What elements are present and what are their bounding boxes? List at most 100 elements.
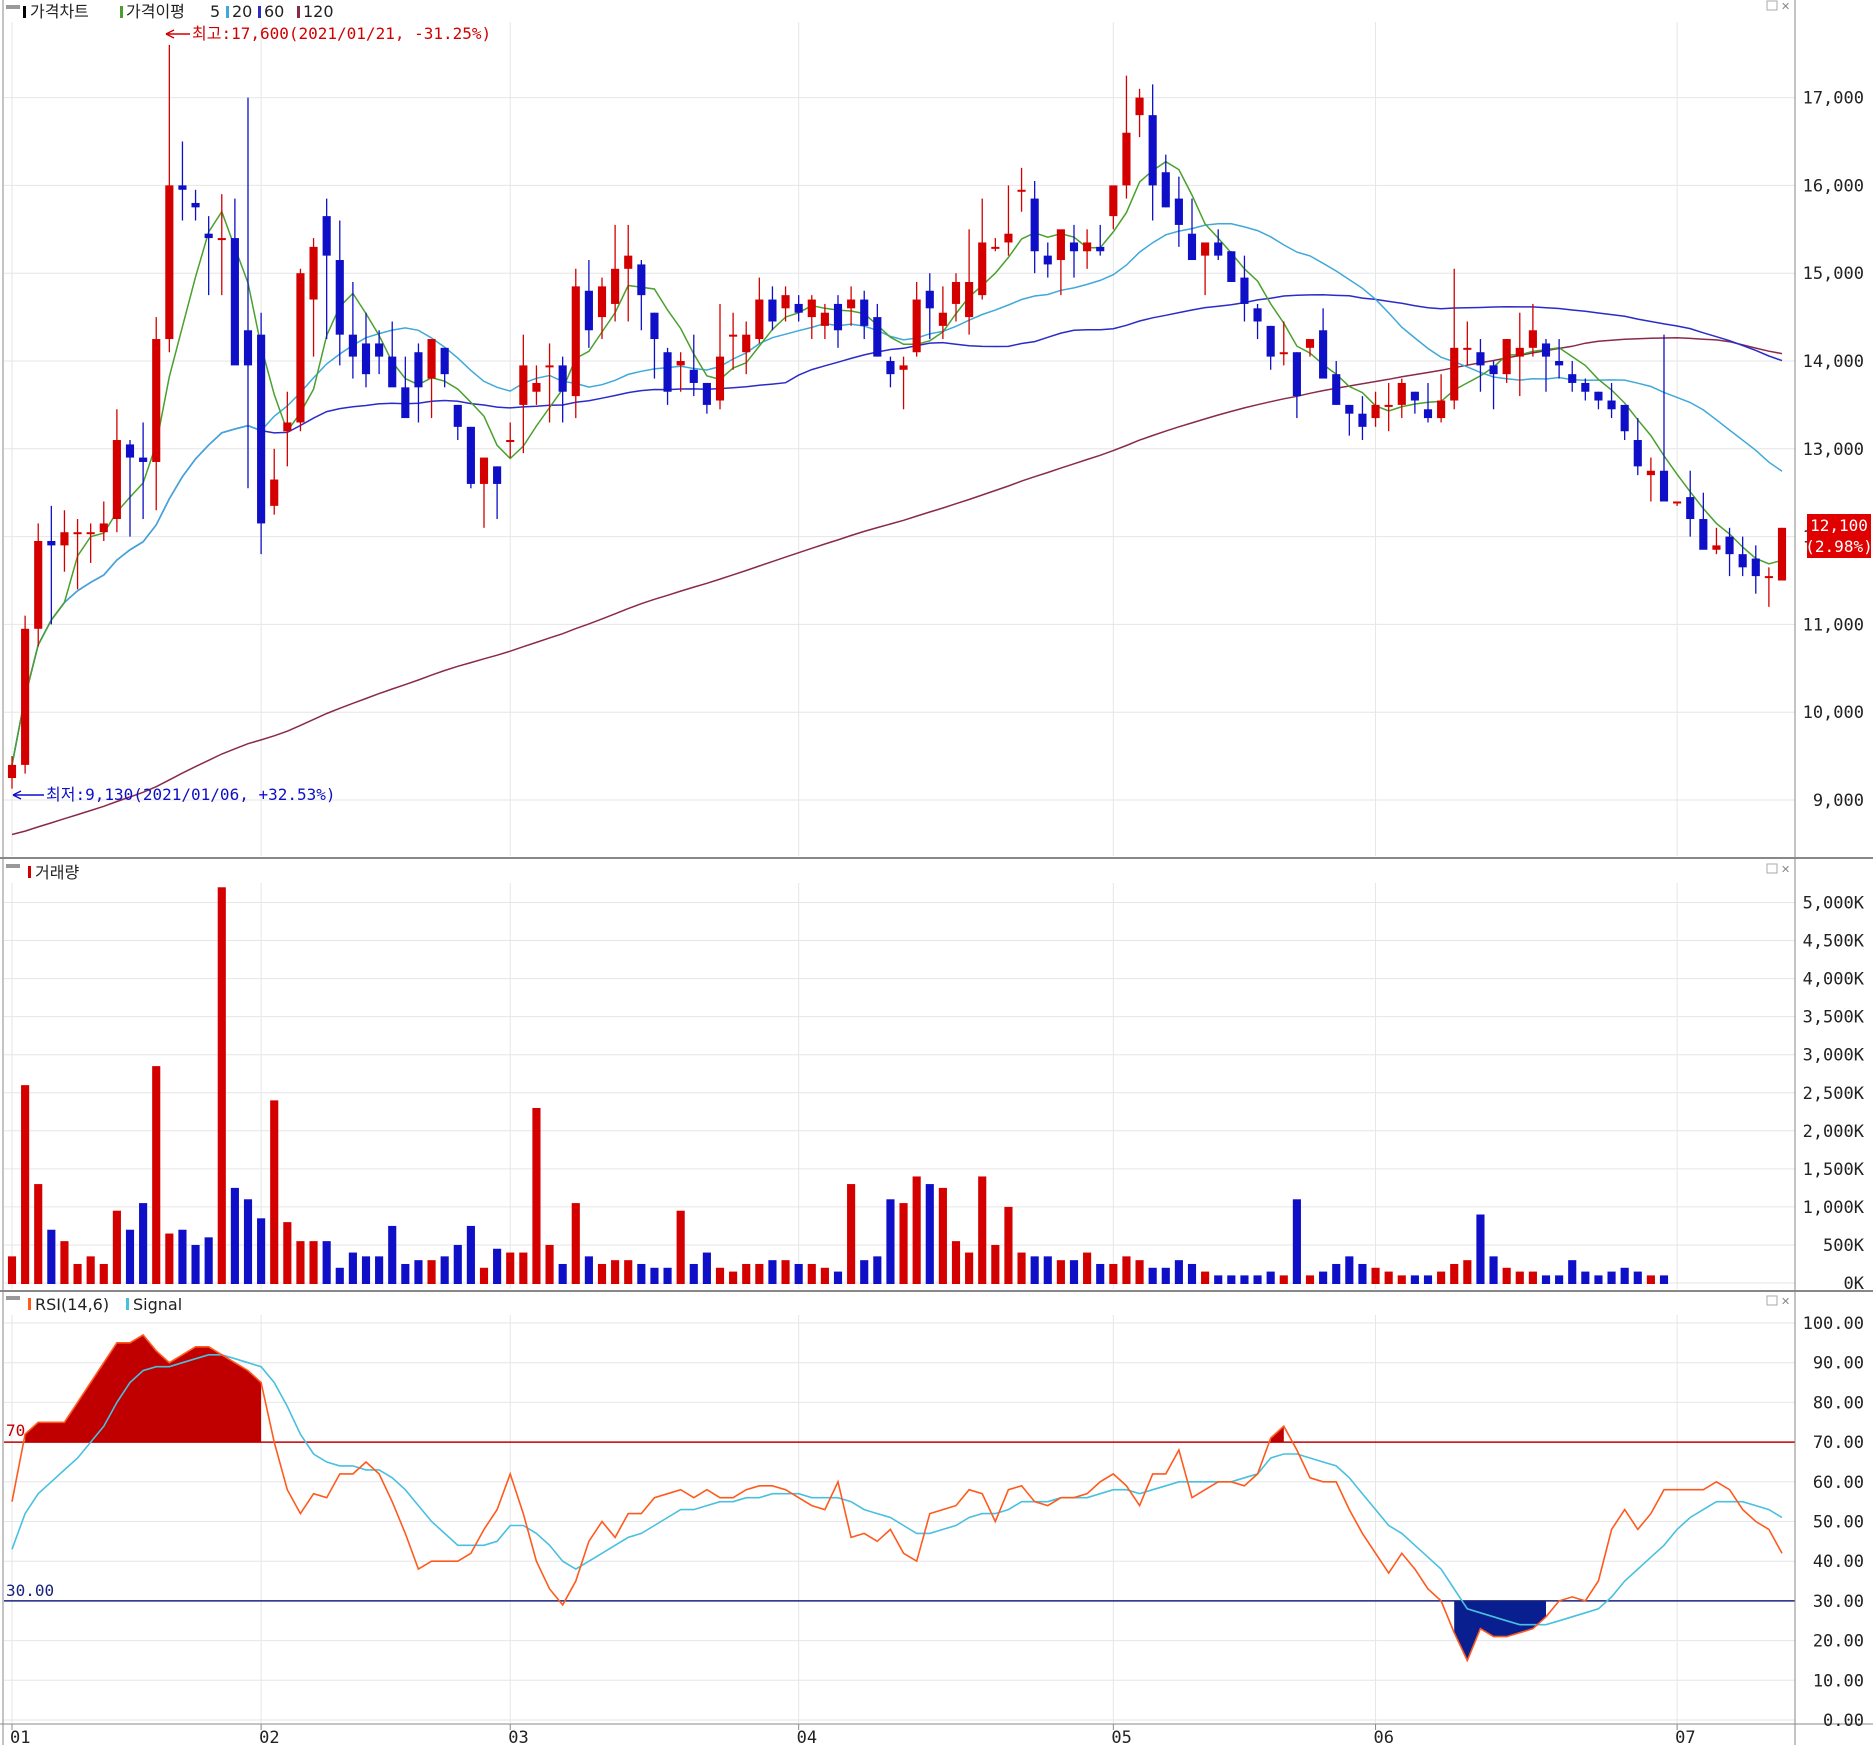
volume-bar	[1305, 1275, 1315, 1284]
candle-body	[388, 356, 397, 388]
volume-bar	[1476, 1214, 1485, 1284]
volume-bar	[139, 1203, 148, 1284]
panel-menu-icon[interactable]	[6, 864, 20, 868]
candle-body	[322, 216, 331, 256]
volume-bar	[1135, 1260, 1144, 1284]
close-icon[interactable]: ✕	[1781, 0, 1790, 13]
ma-120-label: 120	[303, 2, 334, 21]
candle-body	[1227, 251, 1236, 282]
rsi-tick-label: 60.00	[1813, 1473, 1864, 1493]
volume-bar	[1607, 1271, 1616, 1284]
volume-series-marker	[28, 866, 31, 878]
candle-body	[1489, 365, 1498, 375]
volume-bar	[1581, 1271, 1590, 1284]
candle-body	[86, 532, 95, 535]
volume-bar	[34, 1184, 43, 1284]
volume-bar	[768, 1260, 777, 1284]
candle-body	[466, 426, 475, 484]
signal-series-marker	[126, 1298, 129, 1310]
candle-body	[1515, 347, 1524, 357]
volume-bar	[912, 1176, 921, 1284]
candle-body	[1502, 339, 1511, 375]
candle-body	[1699, 519, 1708, 550]
candle-body	[1463, 347, 1472, 350]
high-annotation: 최고:17,600(2021/01/21, -31.25%)	[165, 24, 491, 43]
volume-bar	[440, 1256, 449, 1284]
candle-body	[899, 365, 908, 370]
close-icon[interactable]: ✕	[1781, 863, 1790, 876]
volume-bar	[1253, 1275, 1262, 1284]
volume-bar	[125, 1229, 135, 1284]
rsi-tick-label: 90.00	[1813, 1354, 1864, 1374]
candle-body	[112, 440, 121, 520]
stock-chart: 9,00010,00011,00012,00013,00014,00015,00…	[0, 0, 1873, 1748]
candle-body	[139, 457, 148, 462]
volume-bar	[624, 1260, 633, 1284]
candle-body	[1633, 440, 1642, 467]
candle-body	[1423, 409, 1433, 419]
candle-body	[912, 299, 921, 353]
volume-bar	[1555, 1275, 1564, 1284]
volume-bar	[702, 1252, 711, 1284]
close-icon[interactable]: ✕	[1781, 1295, 1790, 1308]
low-note: 최저:9,130(2021/01/06, +32.53%)	[46, 785, 336, 804]
ma-60-marker	[258, 6, 261, 18]
volume-bar	[1463, 1260, 1472, 1284]
candle-body	[1397, 382, 1406, 405]
volume-bar	[978, 1176, 987, 1284]
x-tick-label: 05	[1111, 1728, 1131, 1748]
volume-bar	[833, 1271, 843, 1284]
volume-bar	[781, 1260, 790, 1284]
x-tick-label: 06	[1374, 1728, 1394, 1748]
rsi-tick-label: 70.00	[1813, 1433, 1864, 1453]
volume-bar	[1659, 1275, 1669, 1284]
rsi-tick-label: 50.00	[1813, 1513, 1864, 1533]
volume-bar	[60, 1241, 69, 1284]
volume-bar	[1240, 1275, 1249, 1284]
candle-body	[1096, 246, 1105, 252]
volume-bar	[965, 1252, 974, 1284]
high-note: 최고:17,600(2021/01/21, -31.25%)	[192, 24, 491, 43]
candle-body	[309, 246, 318, 300]
rsi-tick-label: 100.00	[1803, 1314, 1864, 1334]
candle-body	[21, 628, 30, 765]
candle-body	[1279, 352, 1288, 355]
volume-tick-label: 500K	[1823, 1236, 1865, 1256]
ma-20-marker	[226, 6, 229, 18]
candle-body	[1122, 132, 1131, 186]
volume-tick-label: 2,000K	[1803, 1122, 1865, 1142]
volume-bar	[1017, 1252, 1026, 1284]
volume-bar	[322, 1241, 331, 1284]
candle-body	[676, 361, 685, 366]
volume-tick-label: 3,000K	[1803, 1046, 1865, 1066]
candle-body	[1345, 404, 1354, 414]
volume-bar	[807, 1263, 816, 1284]
candle-body	[873, 317, 882, 357]
volume-bar	[899, 1203, 908, 1284]
volume-bar	[1161, 1267, 1170, 1284]
candle-body	[1017, 189, 1026, 192]
volume-bar	[755, 1263, 764, 1284]
volume-bar	[1096, 1263, 1105, 1284]
volume-bar	[637, 1263, 646, 1284]
candle-body	[519, 365, 528, 405]
volume-bar	[1358, 1263, 1367, 1284]
volume-bar	[479, 1267, 489, 1284]
volume-bar	[991, 1244, 1000, 1284]
candle-body	[1450, 347, 1459, 401]
volume-bar	[178, 1229, 187, 1284]
panel-menu-icon[interactable]	[6, 5, 20, 9]
candle-body	[925, 290, 934, 309]
rsi-upper-level-label: 70	[6, 1421, 25, 1440]
price-tick-label: 13,000	[1803, 440, 1864, 460]
volume-bar	[1187, 1263, 1197, 1284]
candle-body	[1686, 497, 1695, 520]
candle-body	[152, 339, 161, 462]
x-tick-label: 03	[508, 1728, 528, 1748]
panel-menu-icon[interactable]	[6, 1296, 20, 1300]
volume-bar	[1646, 1275, 1655, 1284]
volume-bar	[1410, 1275, 1419, 1284]
volume-bar	[1227, 1275, 1236, 1284]
volume-bar	[558, 1263, 567, 1284]
volume-bar	[86, 1256, 95, 1284]
